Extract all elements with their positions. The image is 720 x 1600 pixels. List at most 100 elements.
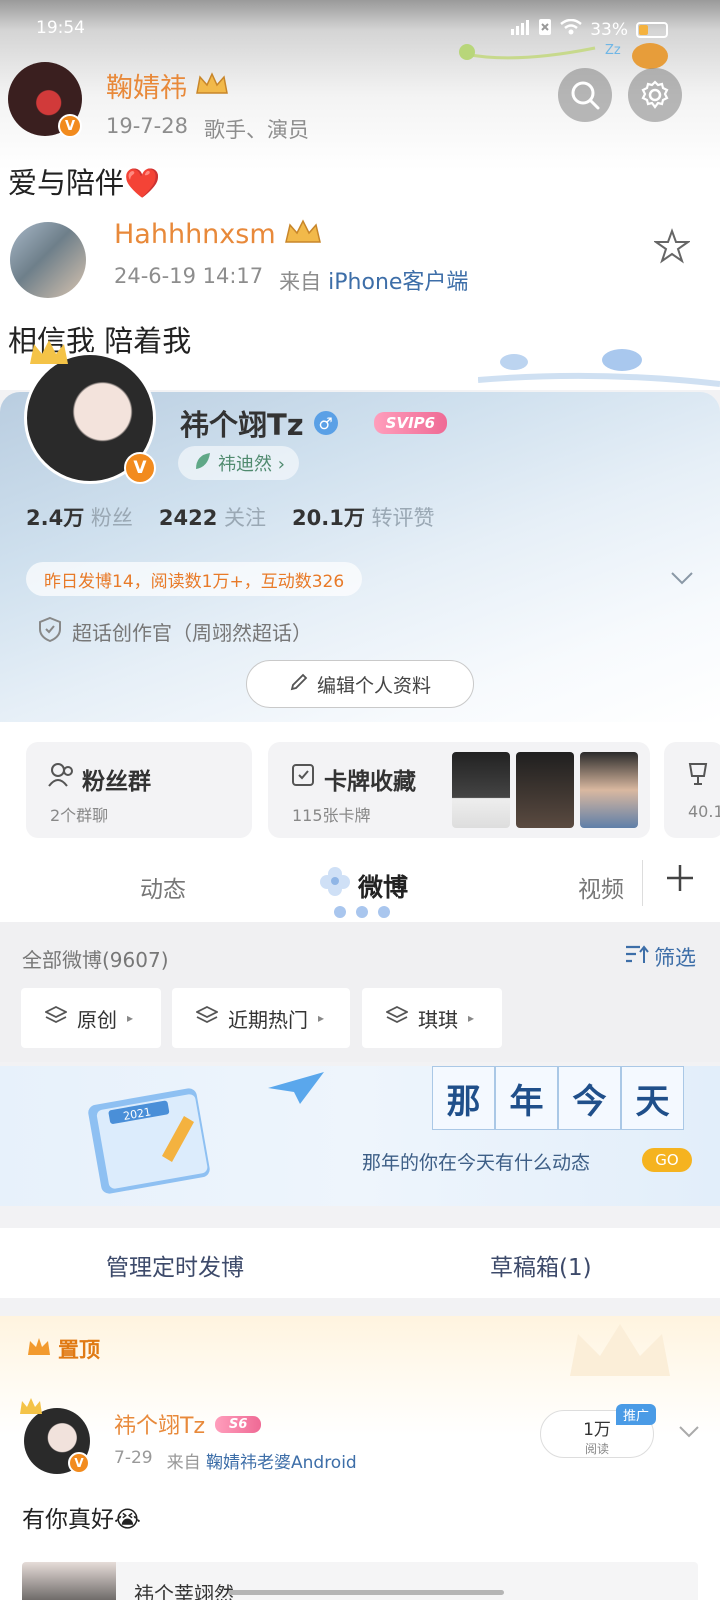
caret-right-icon: ▸ bbox=[318, 1011, 325, 1025]
favorite-star-button[interactable] bbox=[652, 228, 692, 268]
pinned-author-row: 祎个翊Tz S6 bbox=[114, 1408, 262, 1440]
banner-subtitle: 那年的你在今天有什么动态 bbox=[362, 1152, 591, 1174]
stat-fans-label: 粉丝 bbox=[90, 506, 133, 530]
stat-fans-value: 2.4万 bbox=[26, 506, 85, 530]
card-thumb-2[interactable] bbox=[516, 752, 574, 828]
original-author-role: 歌手、演员 bbox=[203, 118, 309, 142]
flower-icon bbox=[318, 864, 352, 902]
profile-name-row: 祎个翊Tz ♂ SVIP6 bbox=[180, 402, 448, 444]
layers-icon bbox=[194, 1005, 220, 1032]
shield-icon bbox=[38, 616, 62, 646]
layers-icon bbox=[43, 1005, 69, 1032]
filter-qiqi[interactable]: 琪琪 ▸ bbox=[362, 988, 502, 1048]
svip-badge[interactable]: S6 bbox=[215, 1415, 262, 1433]
comment-source: 来自 iPhone客户端 bbox=[279, 264, 468, 296]
original-author-name[interactable]: 鞠婧祎 bbox=[106, 66, 187, 105]
gear-icon bbox=[641, 80, 669, 109]
fans-group-sub: 2个群聊 bbox=[50, 806, 109, 825]
card-icon bbox=[290, 762, 316, 792]
comment-source-link[interactable]: iPhone客户端 bbox=[328, 270, 468, 295]
expand-chevron-icon[interactable] bbox=[670, 570, 694, 590]
pinned-source-link[interactable]: 鞠婧祎老婆Android bbox=[206, 1453, 357, 1473]
search-icon bbox=[571, 81, 600, 110]
activity-summary-pill[interactable]: 昨日发博14，阅读数1万+，互动数326 bbox=[26, 562, 363, 596]
paper-plane-icon bbox=[266, 1070, 326, 1110]
fan-tag-label: 祎迪然 › bbox=[218, 454, 285, 475]
commenter-avatar[interactable] bbox=[10, 222, 86, 298]
leaf-icon bbox=[192, 451, 212, 475]
active-tab-indicator bbox=[330, 904, 394, 924]
scheduled-posts-button[interactable]: 管理定时发博 bbox=[106, 1248, 244, 1282]
pinned-source-prefix: 来自 bbox=[166, 1453, 201, 1473]
battery-level bbox=[639, 24, 649, 35]
profile-stats: 2.4万 粉丝 2422 关注 20.1万 转评赞 bbox=[26, 502, 435, 532]
settings-button[interactable] bbox=[628, 68, 682, 122]
layers-icon bbox=[384, 1005, 410, 1032]
pinned-source: 来自 鞠婧祎老婆Android bbox=[167, 1448, 357, 1473]
avatar-crown-icon bbox=[28, 336, 70, 372]
card-thumb-3[interactable] bbox=[580, 752, 638, 828]
filter-recent-hot[interactable]: 近期热门 ▸ bbox=[172, 988, 350, 1048]
profile-tabs: 动态 微博 视频 bbox=[0, 848, 720, 922]
activity-summary-text: 昨日发博14，阅读数1万+，互动数326 bbox=[44, 571, 345, 592]
manage-row: 管理定时发博 草稿箱(1) bbox=[0, 1228, 720, 1298]
pinned-post[interactable]: 置顶 V 祎个翊Tz S6 7-29 来自 鞠婧祎老婆Android 1万 阅读… bbox=[0, 1316, 720, 1600]
filter-button[interactable]: 筛选 bbox=[624, 942, 696, 972]
stat-interactions[interactable]: 20.1万 转评赞 bbox=[292, 502, 435, 532]
search-button[interactable] bbox=[558, 68, 612, 122]
title-char-2: 年 bbox=[495, 1066, 558, 1130]
that-year-title: 那 年 今 天 bbox=[432, 1066, 684, 1130]
next-post-thumb bbox=[22, 1562, 116, 1600]
home-indicator bbox=[228, 1590, 504, 1595]
fans-group-tile[interactable]: 粉丝群 2个群聊 bbox=[26, 742, 252, 838]
card-collection-tile[interactable]: 卡牌收藏 115张卡牌 bbox=[268, 742, 650, 838]
promote-badge[interactable]: 推广 bbox=[616, 1404, 657, 1425]
star-icon bbox=[652, 228, 692, 264]
title-char-1: 那 bbox=[432, 1066, 495, 1130]
pinned-author-name[interactable]: 祎个翊Tz bbox=[114, 1408, 205, 1440]
tab-dynamic[interactable]: 动态 bbox=[140, 870, 186, 904]
extra-tile[interactable]: 40.1 bbox=[664, 742, 720, 838]
people-icon bbox=[48, 762, 76, 792]
plus-icon bbox=[667, 865, 693, 891]
stat-following-label: 关注 bbox=[224, 506, 267, 530]
pinned-label-row: 置顶 bbox=[26, 1334, 100, 1364]
gender-icon: ♂ bbox=[313, 411, 338, 435]
stat-following-value: 2422 bbox=[158, 506, 218, 530]
crown-icon bbox=[284, 218, 322, 250]
tabs-divider bbox=[642, 860, 643, 906]
drafts-button[interactable]: 草稿箱(1) bbox=[490, 1248, 592, 1282]
tab-weibo[interactable]: 微博 bbox=[358, 868, 408, 904]
tab-video[interactable]: 视频 bbox=[578, 870, 624, 904]
sort-icon bbox=[624, 943, 650, 971]
read-count-label: 阅读 bbox=[584, 1442, 609, 1456]
fan-tag-pill[interactable]: 祎迪然 › bbox=[178, 446, 299, 480]
card-thumb-1[interactable] bbox=[452, 752, 510, 828]
go-button[interactable]: GO bbox=[642, 1148, 692, 1172]
verified-badge: V bbox=[58, 114, 82, 138]
caret-right-icon: ▸ bbox=[468, 1011, 475, 1025]
creator-title-row[interactable]: 超话创作官（周翊然超话） bbox=[38, 616, 312, 646]
stat-following[interactable]: 2422 关注 bbox=[159, 502, 266, 532]
post-menu-chevron-icon[interactable] bbox=[678, 1424, 700, 1443]
profile-name: 祎个翊Tz bbox=[180, 408, 304, 442]
caret-right-icon: ▸ bbox=[127, 1011, 134, 1025]
calendar-illustration: 2021 bbox=[84, 1076, 224, 1200]
filter-original[interactable]: 原创 ▸ bbox=[21, 988, 161, 1048]
all-weibo-count: 全部微博(9607) bbox=[22, 948, 169, 972]
svg-text:Zz: Zz bbox=[605, 43, 621, 58]
comment-date: 24-6-19 14:17 bbox=[114, 264, 264, 288]
commenter-name[interactable]: Hahhhnxsm bbox=[114, 219, 276, 250]
stat-fans[interactable]: 2.4万 粉丝 bbox=[26, 502, 133, 532]
add-tab-button[interactable] bbox=[664, 862, 696, 898]
that-year-today-banner[interactable]: 2021 那 年 今 天 那年的你在今天有什么动态 GO bbox=[0, 1066, 720, 1206]
svip-badge[interactable]: SVIP6 bbox=[373, 412, 448, 434]
verified-badge: V bbox=[124, 452, 156, 484]
pinned-avatar-crown-icon bbox=[18, 1396, 44, 1420]
trophy-icon bbox=[686, 762, 710, 792]
title-char-3: 今 bbox=[558, 1066, 621, 1130]
creator-title: 超话创作官（周翊然超话） bbox=[72, 620, 312, 645]
edit-profile-button[interactable]: 编辑个人资料 bbox=[246, 660, 474, 708]
edit-profile-label: 编辑个人资料 bbox=[316, 674, 431, 697]
verified-badge: V bbox=[68, 1452, 90, 1474]
